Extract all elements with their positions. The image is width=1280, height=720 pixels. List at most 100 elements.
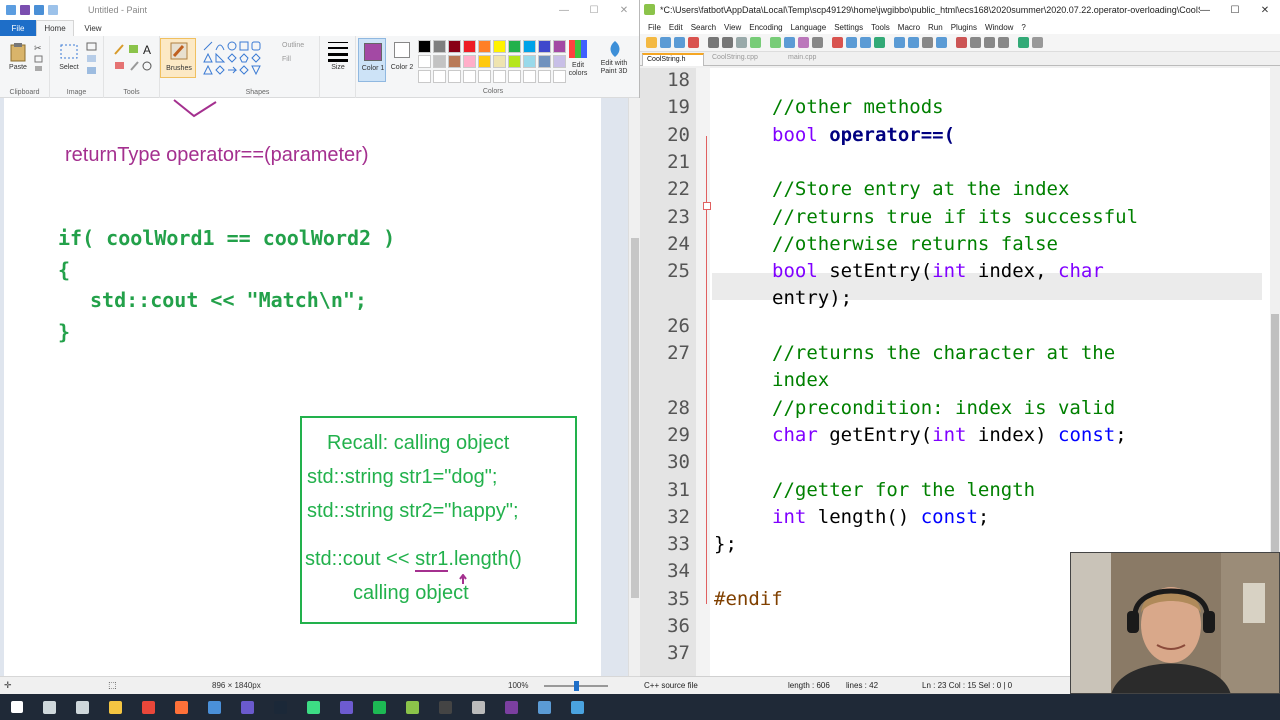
color1-button[interactable]: Color 1 [358, 38, 386, 82]
crop-resize-rotate-icons[interactable] [86, 42, 98, 76]
size-button[interactable]: Size [320, 36, 356, 98]
toolbar-button-icon[interactable] [750, 37, 761, 48]
toolbar-button-icon[interactable] [1032, 37, 1043, 48]
palette-swatch[interactable] [433, 40, 446, 53]
fill-dropdown[interactable]: Fill [282, 56, 291, 63]
toolbar-button-icon[interactable] [770, 37, 781, 48]
palette-swatch[interactable] [478, 55, 491, 68]
obs-icon[interactable] [330, 694, 363, 720]
palette-swatch[interactable] [463, 40, 476, 53]
fold-toggle-icon[interactable] [703, 202, 711, 210]
minimize-button[interactable]: — [549, 0, 579, 20]
palette-swatch[interactable] [478, 40, 491, 53]
npp-close-button[interactable]: ✕ [1250, 0, 1280, 20]
toolbar-button-icon[interactable] [860, 37, 871, 48]
palette-swatch[interactable] [448, 40, 461, 53]
menu-item[interactable]: Encoding [749, 23, 782, 32]
firefox-icon[interactable] [165, 694, 198, 720]
toolbar-button-icon[interactable] [660, 37, 671, 48]
zoom-slider-knob[interactable] [574, 681, 579, 691]
npp-minimize-button[interactable]: — [1190, 0, 1220, 20]
color-palette[interactable] [418, 40, 567, 84]
toolbar-button-icon[interactable] [784, 37, 795, 48]
menu-item[interactable]: Language [791, 23, 827, 32]
palette-swatch[interactable] [538, 40, 551, 53]
maximize-button[interactable]: ☐ [579, 0, 609, 20]
tool-icons[interactable]: A [112, 42, 158, 76]
toolbar-button-icon[interactable] [798, 37, 809, 48]
toolbar-button-icon[interactable] [722, 37, 733, 48]
palette-swatch[interactable] [538, 55, 551, 68]
menu-item[interactable]: Macro [898, 23, 920, 32]
menu-item[interactable]: Window [985, 23, 1013, 32]
paint-scroll-thumb[interactable] [631, 238, 639, 598]
menu-item[interactable]: File [648, 23, 661, 32]
toolbar-button-icon[interactable] [956, 37, 967, 48]
edit-with-paint3d-button[interactable]: Edit with Paint 3D [594, 36, 634, 98]
toolbar-button-icon[interactable] [970, 37, 981, 48]
toolbar-button-icon[interactable] [846, 37, 857, 48]
menu-item[interactable]: View [724, 23, 741, 32]
palette-swatch[interactable] [433, 70, 446, 83]
visual-studio-icon[interactable] [231, 694, 264, 720]
menu-item[interactable]: Plugins [951, 23, 977, 32]
toolbar-button-icon[interactable] [908, 37, 919, 48]
toolbar-button-icon[interactable] [874, 37, 885, 48]
npp-maximize-button[interactable]: ☐ [1220, 0, 1250, 20]
menu-item[interactable]: Settings [834, 23, 863, 32]
paste-button[interactable]: Paste [6, 42, 30, 71]
edit-colors-button[interactable]: Edit colors [564, 36, 592, 98]
toolbar-button-icon[interactable] [674, 37, 685, 48]
toolbar-button-icon[interactable] [894, 37, 905, 48]
palette-swatch[interactable] [508, 70, 521, 83]
menu-item[interactable]: ? [1021, 23, 1025, 32]
toolbar-button-icon[interactable] [984, 37, 995, 48]
palette-swatch[interactable] [463, 70, 476, 83]
outline-dropdown[interactable]: Outline [282, 42, 304, 49]
save-icon[interactable] [20, 5, 30, 15]
toolbar-button-icon[interactable] [736, 37, 747, 48]
palette-swatch[interactable] [523, 55, 536, 68]
menu-item[interactable]: Run [928, 23, 943, 32]
palette-swatch[interactable] [418, 70, 431, 83]
redo-icon[interactable] [48, 5, 58, 15]
toolbar-button-icon[interactable] [688, 37, 699, 48]
paint-vertical-scrollbar[interactable] [628, 98, 640, 676]
onenote-icon[interactable] [495, 694, 528, 720]
chrome-icon[interactable] [132, 694, 165, 720]
palette-swatch[interactable] [538, 70, 551, 83]
tab-view[interactable]: View [74, 20, 112, 36]
tab-home[interactable]: Home [36, 20, 74, 36]
search-icon[interactable] [33, 694, 66, 720]
palette-swatch[interactable] [433, 55, 446, 68]
toolbar-button-icon[interactable] [998, 37, 1009, 48]
cut-copy-icons[interactable]: ✂ [34, 42, 44, 72]
paint-icon[interactable] [528, 694, 561, 720]
toolbar-button-icon[interactable] [936, 37, 947, 48]
toolbar-button-icon[interactable] [708, 37, 719, 48]
pycharm-icon[interactable] [297, 694, 330, 720]
menu-item[interactable]: Tools [871, 23, 890, 32]
color2-button[interactable]: Color 2 [388, 36, 416, 98]
palette-swatch[interactable] [418, 55, 431, 68]
file-tab-main-cpp[interactable]: main.cpp [784, 53, 836, 66]
steam-icon[interactable] [264, 694, 297, 720]
palette-swatch[interactable] [523, 40, 536, 53]
file-tab-coolstring-cpp[interactable]: CoolString.cpp [708, 53, 780, 66]
palette-swatch[interactable] [478, 70, 491, 83]
palette-swatch[interactable] [493, 55, 506, 68]
toolbar-button-icon[interactable] [922, 37, 933, 48]
mail-icon[interactable] [198, 694, 231, 720]
terminal-icon[interactable] [429, 694, 462, 720]
file-explorer-icon[interactable] [99, 694, 132, 720]
snip-icon[interactable] [561, 694, 594, 720]
palette-swatch[interactable] [508, 55, 521, 68]
palette-swatch[interactable] [448, 55, 461, 68]
close-button[interactable]: ✕ [609, 0, 639, 20]
windows-start-icon[interactable] [0, 694, 33, 720]
toolbar-button-icon[interactable] [812, 37, 823, 48]
palette-swatch[interactable] [418, 40, 431, 53]
palette-swatch[interactable] [493, 70, 506, 83]
palette-swatch[interactable] [463, 55, 476, 68]
palette-swatch[interactable] [448, 70, 461, 83]
